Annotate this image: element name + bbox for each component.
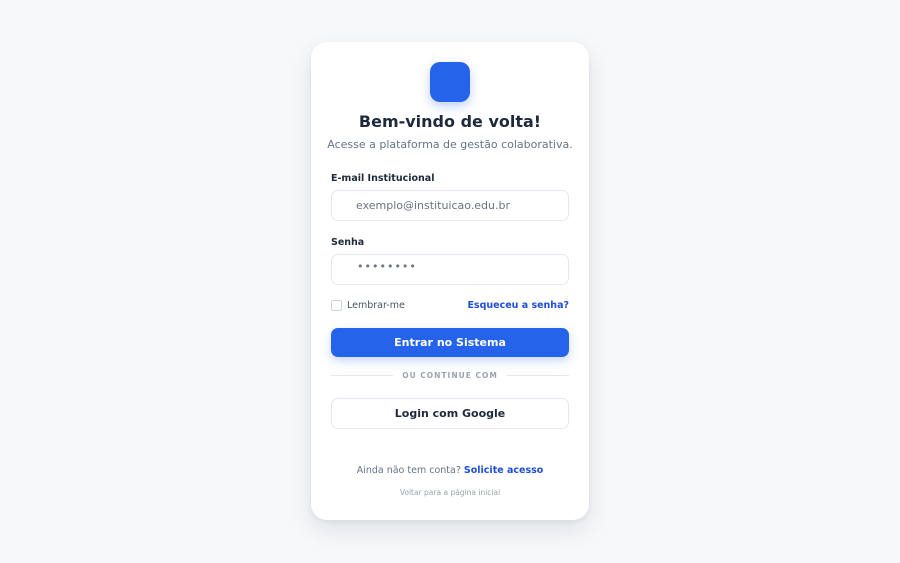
divider-line-left <box>331 375 394 376</box>
login-card: Bem-vindo de volta! Acesse a plataforma … <box>311 42 589 520</box>
remember-me[interactable]: Lembrar-me <box>331 300 405 311</box>
divider-text: OU CONTINUE COM <box>402 371 498 380</box>
signup-link[interactable]: Solicite acesso <box>464 465 543 476</box>
google-login-button[interactable]: Login com Google <box>331 398 569 429</box>
divider: OU CONTINUE COM <box>331 371 569 380</box>
divider-line-right <box>506 375 569 376</box>
page-title: Bem-vindo de volta! <box>358 112 542 131</box>
remember-label: Lembrar-me <box>347 300 405 311</box>
back-home-link[interactable]: Voltar para a página inicial <box>311 488 589 497</box>
signup-prompt-text: Ainda não tem conta? <box>356 465 461 476</box>
remember-checkbox[interactable] <box>331 300 342 311</box>
forgot-password-link[interactable]: Esqueceu a senha? <box>467 300 569 311</box>
password-label: Senha <box>331 237 365 248</box>
page-subtitle: Acesse a plataforma de gestão colaborati… <box>327 138 573 151</box>
signup-prompt: Ainda não tem conta? Solicite acesso <box>311 465 589 476</box>
email-label: E-mail Institucional <box>331 173 435 184</box>
submit-button[interactable]: Entrar no Sistema <box>331 328 569 357</box>
password-field[interactable] <box>331 254 569 285</box>
app-logo-icon <box>430 62 470 102</box>
email-field[interactable] <box>331 190 569 221</box>
